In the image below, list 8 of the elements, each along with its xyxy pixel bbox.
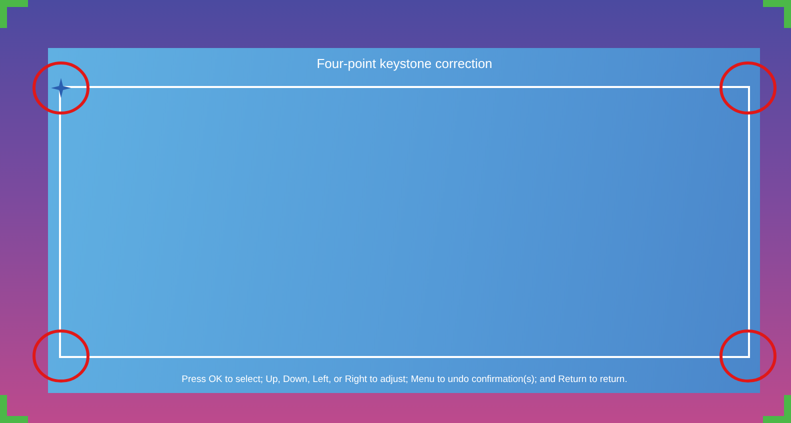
corner-bracket-icon <box>0 0 28 28</box>
corner-bracket-icon <box>763 395 791 423</box>
corner-bracket-icon <box>0 395 28 423</box>
panel-title: Four-point keystone correction <box>316 55 494 73</box>
corner-circle-icon <box>31 60 91 116</box>
instruction-text: Press OK to select; Up, Down, Left, or Right to adjust; Menu to undo confirmation(s); and Return to return. <box>180 374 628 385</box>
crosshair-icon[interactable] <box>51 78 71 98</box>
corner-bracket-icon <box>763 0 791 28</box>
